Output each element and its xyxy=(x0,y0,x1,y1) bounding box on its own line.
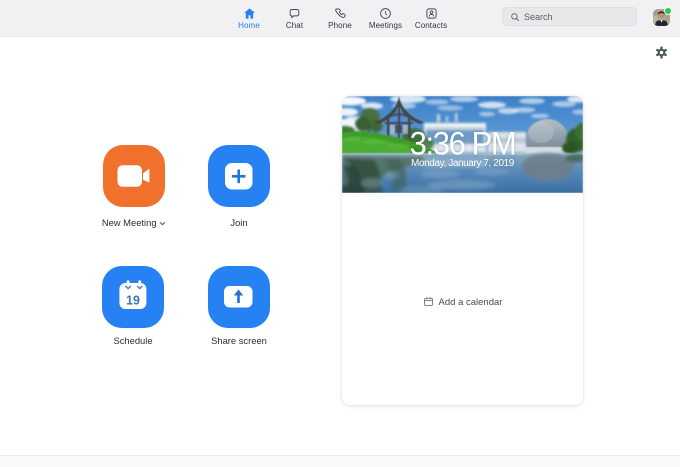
svg-text:19: 19 xyxy=(126,294,140,308)
